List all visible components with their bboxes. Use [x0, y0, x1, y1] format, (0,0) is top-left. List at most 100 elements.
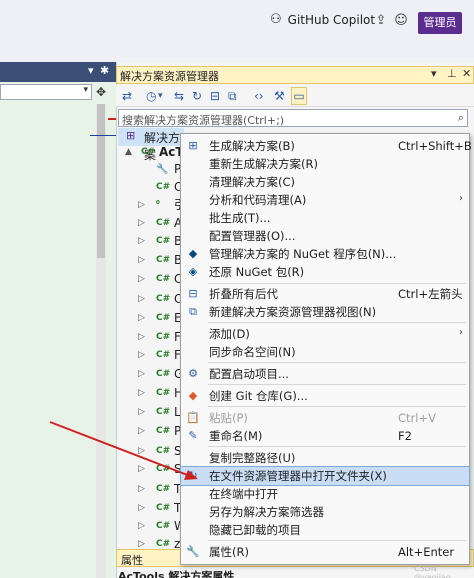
copilot-button[interactable]: ⚇ GitHub Copilot [270, 12, 375, 27]
csharp-file-icon: C# [156, 274, 171, 284]
csharp-file-icon: C# [156, 218, 171, 228]
chevron-down-icon[interactable]: ▾ [158, 88, 163, 104]
history-icon[interactable]: ◷ [146, 88, 156, 104]
back-forward-icon[interactable]: ⇆ [174, 88, 184, 104]
properties-row: AcTools 解决方案属性 [118, 570, 235, 578]
gear-icon: ⚙ [188, 367, 198, 380]
context-menu-item[interactable]: ◆ 管理解决方案的 NuGet 程序包(N)... [181, 245, 469, 263]
copilot-label: GitHub Copilot [287, 12, 376, 27]
expand-icon[interactable]: ▷ [138, 460, 145, 479]
context-menu-item[interactable]: ◆ 创建 Git 仓库(G)... [181, 387, 469, 405]
context-menu-item[interactable]: ⊞ 生成解决方案(B) Ctrl+Shift+B [181, 137, 471, 155]
csharp-file-icon: C# [156, 407, 171, 417]
pin-icon[interactable]: ⊥ [447, 67, 457, 80]
chevron-down-icon[interactable]: ▾ [88, 64, 94, 77]
csharp-file-icon: C# [156, 294, 171, 304]
csharp-file-icon: C# [156, 464, 171, 474]
expand-icon[interactable]: ▷ [138, 517, 145, 536]
context-menu-item[interactable]: 隐藏已卸载的项目 [181, 521, 469, 539]
menu-item-label: 清理解决方案(C) [209, 175, 296, 189]
context-menu-item[interactable]: ✎ 重命名(M) F2 [181, 427, 469, 445]
menu-item-label: 折叠所有后代 [209, 287, 278, 301]
git-icon: ◆ [188, 389, 198, 402]
context-menu-item[interactable]: ◈ 还原 NuGet 包(R) [181, 263, 469, 281]
menu-separator [208, 362, 466, 363]
menu-separator [208, 322, 466, 323]
csharp-file-icon: C# [156, 350, 171, 360]
expand-icon[interactable]: ▷ [138, 365, 145, 384]
nuget-icon: ◆ [188, 247, 198, 260]
context-menu-item[interactable]: 清理解决方案(C) [181, 173, 469, 191]
context-menu-item[interactable]: 📋 粘贴(P) Ctrl+V [181, 409, 469, 427]
csharp-project-icon: C# [141, 147, 156, 157]
csharp-file-icon: C# [156, 182, 171, 192]
expand-icon[interactable]: ▷ [138, 480, 145, 499]
blank-icon [185, 192, 201, 208]
context-menu-item[interactable]: 批生成(T)... [181, 209, 469, 227]
context-menu-item[interactable]: 🔧 属性(R) Alt+Enter [181, 543, 469, 561]
expand-icon[interactable]: ▷ [138, 499, 145, 518]
share-icon[interactable]: ⇪ [373, 13, 389, 29]
context-menu-item[interactable]: 添加(D) › [181, 325, 469, 343]
expand-icon[interactable]: ▷ [138, 232, 145, 251]
expand-icon[interactable]: ▷ [138, 384, 145, 403]
feedback-icon[interactable]: ☺ [393, 13, 409, 29]
context-menu-item[interactable]: 分析和代码清理(A) › [181, 191, 469, 209]
csharp-file-icon: C# [156, 388, 171, 398]
context-menu-item[interactable]: ↻ 在文件资源管理器中打开文件夹(X) [180, 466, 470, 486]
chevron-down-icon: ▾ [83, 85, 88, 95]
expand-icon[interactable]: ▷ [138, 270, 145, 289]
expand-icon[interactable]: ▷ [138, 214, 145, 233]
expand-icon[interactable]: ▷ [138, 346, 145, 365]
expand-icon[interactable]: ▷ [138, 422, 145, 441]
context-menu-item[interactable]: 在终端中打开 [181, 485, 469, 503]
context-menu-item[interactable]: 同步命名空间(N) [181, 343, 469, 361]
csharp-file-icon: C# [156, 426, 171, 436]
expand-icon[interactable]: ▷ [138, 442, 145, 461]
sync-icon[interactable]: ⇄ [122, 88, 132, 104]
expand-icon[interactable]: ▷ [138, 403, 145, 422]
menu-item-label: 批生成(T)... [209, 211, 271, 225]
expand-icon[interactable]: ▲ [125, 143, 132, 162]
menu-item-shortcut: Ctrl+V [398, 411, 436, 425]
expand-icon[interactable]: ▷ [138, 196, 145, 215]
context-menu-item[interactable]: 另存为解决方案筛选器 [181, 503, 469, 521]
solution-explorer-title-bar: 解决方案资源管理器 ▾ ⊥ ✕ [116, 66, 474, 84]
expand-icon[interactable]: ▷ [138, 328, 145, 347]
expand-icon[interactable]: ▷ [138, 309, 145, 328]
nuget-restore-icon: ◈ [188, 265, 198, 278]
menu-separator [208, 446, 466, 447]
wrench-icon[interactable]: ⚒ [274, 88, 285, 104]
split-icon[interactable]: ✥ [96, 85, 106, 99]
context-menu-item[interactable]: 配置管理器(O)... [181, 227, 469, 245]
menu-item-label: 生成解决方案(B) [209, 139, 295, 153]
collapse-all-icon[interactable]: ⊟ [210, 88, 220, 104]
scrollbar-thumb[interactable] [97, 104, 105, 258]
expand-icon[interactable]: ▷ [138, 251, 145, 270]
expand-icon[interactable]: ▷ [138, 290, 145, 309]
solution-explorer-title: 解决方案资源管理器 [120, 70, 219, 83]
csharp-file-icon: C# [156, 503, 171, 513]
preview-icon[interactable]: ▭ [291, 87, 307, 105]
solution-search-input[interactable]: 搜索解决方案资源管理器(Ctrl+;) ⌕ [118, 109, 468, 127]
context-menu-item[interactable]: ⚙ 配置启动项目... [181, 365, 469, 383]
admin-badge: 管理员 [418, 12, 462, 34]
menu-item-label: 隐藏已卸载的项目 [209, 523, 301, 537]
context-menu-item[interactable]: 重新生成解决方案(R) [181, 155, 469, 173]
context-menu-item[interactable]: ⧉ 新建解决方案资源管理器视图(N) [181, 303, 469, 321]
show-all-files-icon[interactable]: ⧉ [228, 88, 237, 104]
menu-item-label: 还原 NuGet 包(R) [209, 265, 305, 279]
menu-item-label: 粘贴(P) [209, 411, 248, 425]
paste-icon: 📋 [186, 411, 200, 424]
blank-icon [185, 156, 201, 172]
solution-icon: ⊞ [126, 129, 136, 142]
blank-icon [185, 486, 201, 502]
code-view-icon[interactable]: ‹› [254, 88, 264, 104]
close-icon[interactable]: ✕ [462, 67, 471, 80]
navigation-dropdown[interactable]: ▾ [0, 84, 92, 100]
chevron-down-icon[interactable]: ▾ [431, 67, 437, 80]
context-menu-item[interactable]: 复制完整路径(U) [181, 449, 469, 467]
gear-icon[interactable]: ✱ [100, 64, 109, 77]
context-menu-item[interactable]: ⊟ 折叠所有后代 Ctrl+左箭头 [181, 285, 469, 303]
refresh-icon[interactable]: ↻ [192, 88, 202, 104]
